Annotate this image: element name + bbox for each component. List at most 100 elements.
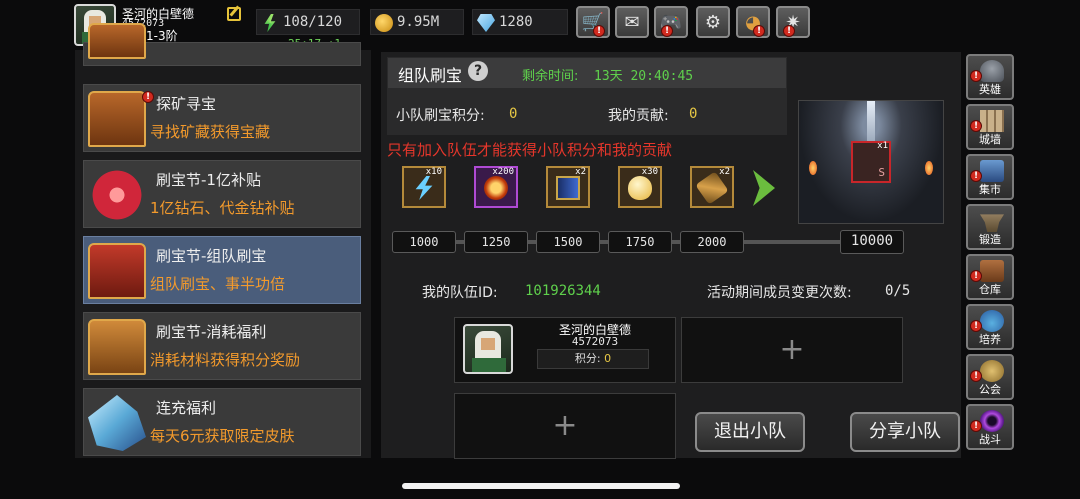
event-desc: 组队刷宝、事半功倍: [150, 275, 286, 293]
market-icon: [980, 160, 1004, 182]
nav-label: 集市: [979, 183, 1001, 196]
share-team-button[interactable]: 分享小队: [850, 412, 960, 452]
open-chest-icon: [88, 319, 146, 375]
reward-qty: x30: [641, 167, 658, 177]
event-title: 探矿寻宝: [156, 95, 217, 113]
event-item-consume[interactable]: 刷宝节-消耗福利 消耗材料获得积分奖励: [83, 312, 361, 380]
remaining-time-label: 剩余时间:: [522, 69, 579, 84]
games-button[interactable]: 🎮 !: [654, 6, 688, 38]
help-icon[interactable]: ?: [468, 61, 488, 81]
potion-icon: [980, 310, 1004, 332]
book-icon: [556, 176, 580, 200]
event-item-subsidy[interactable]: 刷宝节-1亿补贴 1亿钻石、代金钻补贴: [83, 160, 361, 228]
my-contribution-value: 0: [689, 106, 698, 122]
helmet-icon: [980, 60, 1004, 82]
anvil-icon: [980, 214, 1004, 232]
nav-label: 战斗: [979, 433, 1001, 446]
nav-wall[interactable]: ! 城墙: [966, 104, 1014, 150]
egg-icon: [628, 176, 652, 200]
reward-qty: x2: [719, 167, 730, 177]
panel-title: 组队刷宝: [398, 66, 463, 85]
reward-item[interactable]: x200: [474, 166, 518, 208]
empty-team-slot[interactable]: +: [454, 393, 676, 459]
gem-icon: [477, 14, 495, 32]
nav-forge[interactable]: 锻造: [966, 204, 1014, 250]
reward-item[interactable]: x2: [546, 166, 590, 208]
event-item-recharge[interactable]: 连充福利 每天6元获取限定皮肤: [83, 388, 361, 456]
nav-market[interactable]: ! 集市: [966, 154, 1014, 200]
empty-team-slot[interactable]: +: [681, 317, 903, 383]
alert-badge-icon: !: [661, 25, 673, 37]
warehouse-icon: [980, 260, 1004, 282]
member-changes-label: 活动期间成员变更次数:: [707, 285, 852, 301]
event-item-team-farm[interactable]: 刷宝节-组队刷宝 组队刷宝、事半功倍: [83, 236, 361, 304]
add-member-icon: +: [552, 408, 578, 443]
my-contribution-label: 我的贡献:: [608, 108, 669, 124]
list-item-partial[interactable]: [83, 23, 361, 66]
lightning-icon: [415, 176, 433, 200]
member-score-value: 0: [604, 352, 612, 365]
reward-item[interactable]: x2: [690, 166, 734, 208]
mail-button[interactable]: ✉: [615, 6, 649, 38]
event-desc: 每天6元获取限定皮肤: [150, 427, 295, 445]
leave-team-button[interactable]: 退出小队: [695, 412, 805, 452]
join-team-warning: 只有加入队伍才能获得小队积分和我的贡献: [387, 141, 673, 159]
edit-name-icon[interactable]: [227, 7, 241, 21]
reward-item[interactable]: x10: [402, 166, 446, 208]
event-title: 刷宝节-消耗福利: [156, 323, 267, 341]
member-score: 积分: 0: [537, 349, 649, 369]
gem-counter: 1280: [472, 9, 568, 35]
milestone-10000: 10000: [840, 230, 904, 254]
team-member-slot[interactable]: 圣河的白壁德 4572073 积分: 0: [454, 317, 676, 383]
milestone-2000: 2000: [680, 231, 744, 253]
flower-icon: [88, 167, 146, 223]
home-indicator[interactable]: [402, 483, 680, 489]
settings-button[interactable]: ⚙: [696, 6, 730, 38]
event-desc: 1亿钻石、代金钻补贴: [150, 199, 295, 217]
stats-button[interactable]: ◕ !: [736, 6, 770, 38]
member-score-label: 积分:: [574, 352, 601, 365]
shop-button[interactable]: 🛒 !: [576, 6, 610, 38]
event-item-mining[interactable]: ! 探矿寻宝 寻找矿藏获得宝藏: [83, 84, 361, 152]
mail-icon: ✉: [624, 12, 640, 33]
gear-icon: ⚙: [704, 12, 722, 33]
member-id: 4572073: [571, 335, 619, 348]
hero-card-reward[interactable]: x1 S: [851, 141, 891, 183]
member-avatar: [463, 324, 513, 374]
red-chest-icon: [88, 243, 146, 299]
milestone-1250: 1250: [464, 231, 528, 253]
reward-qty: x10: [425, 167, 442, 177]
event-title: 刷宝节-1亿补贴: [156, 171, 261, 189]
gem-value: 1280: [499, 14, 533, 30]
nav-battle[interactable]: ! 战斗: [966, 404, 1014, 450]
team-score-value: 0: [509, 106, 518, 122]
nav-label: 英雄: [979, 83, 1001, 96]
member-changes-value: 0/5: [885, 283, 911, 299]
treasure-chest-icon: [88, 91, 146, 147]
fire-orb-icon: [484, 176, 508, 200]
card-grade: S: [878, 166, 885, 179]
nav-label: 锻造: [979, 233, 1001, 246]
alert-badge-icon: !: [753, 25, 765, 37]
energy-icon: [264, 14, 276, 32]
team-score-label: 小队刷宝积分:: [396, 108, 485, 124]
nav-hero[interactable]: ! 英雄: [966, 54, 1014, 100]
event-desc: 寻找矿藏获得宝藏: [150, 123, 271, 141]
gold-coin-icon: [375, 14, 393, 32]
event-title: 连充福利: [156, 399, 217, 417]
nav-warehouse[interactable]: ! 仓库: [966, 254, 1014, 300]
remaining-time-value: 13天 20:40:45: [594, 69, 694, 84]
reward-item[interactable]: x30: [618, 166, 662, 208]
card-qty: x1: [877, 141, 888, 151]
fireworks-button[interactable]: ✷ !: [776, 6, 810, 38]
nav-label: 培养: [979, 333, 1001, 346]
event-list[interactable]: ! 探矿寻宝 寻找矿藏获得宝藏 刷宝节-1亿补贴 1亿钻石、代金钻补贴 刷宝节-…: [75, 23, 371, 458]
nav-guild[interactable]: ! 公会: [966, 354, 1014, 400]
energy-value: 108/120: [283, 14, 343, 30]
guild-icon: [980, 360, 1004, 382]
nav-label: 城墙: [979, 133, 1001, 146]
nav-train[interactable]: ! 培养: [966, 304, 1014, 350]
alert-badge-icon: !: [593, 25, 605, 37]
nav-label: 仓库: [979, 283, 1001, 296]
alert-badge-icon: !: [783, 25, 795, 37]
